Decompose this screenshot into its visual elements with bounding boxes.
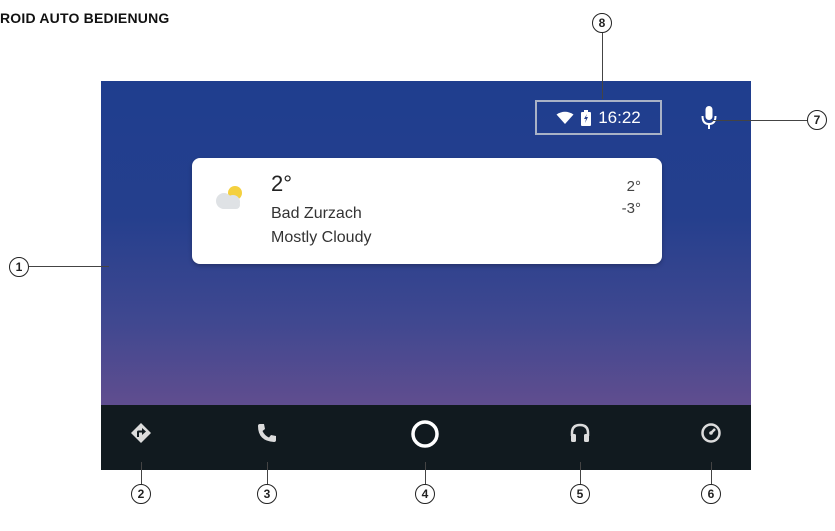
clock: 16:22 xyxy=(598,107,641,127)
headphones-icon[interactable] xyxy=(568,421,592,450)
callout-8: 8 xyxy=(592,13,612,33)
current-temperature: 2° xyxy=(271,171,293,196)
callout-4: 4 xyxy=(415,484,435,504)
navigation-bar xyxy=(101,405,751,470)
callout-line-5 xyxy=(580,462,581,484)
callout-line-2 xyxy=(141,462,142,484)
callout-6: 6 xyxy=(701,484,721,504)
callout-2: 2 xyxy=(131,484,151,504)
weather-card[interactable]: 2° Bad Zurzach Mostly Cloudy 2° -3° xyxy=(192,158,662,264)
high-temperature: 2° xyxy=(626,178,641,195)
phone-icon[interactable] xyxy=(255,421,279,450)
weather-location: Bad Zurzach xyxy=(271,205,362,222)
low-temperature: -3° xyxy=(621,200,641,217)
weather-condition: Mostly Cloudy xyxy=(271,229,372,246)
callout-line-6 xyxy=(711,462,712,484)
callout-line-1 xyxy=(29,266,109,267)
battery-charging-icon xyxy=(581,109,592,126)
callout-5: 5 xyxy=(570,484,590,504)
partly-cloudy-icon xyxy=(210,182,250,217)
callout-line-4 xyxy=(425,462,426,484)
document-title: ROID AUTO BEDIENUNG xyxy=(0,10,170,26)
circle-home-icon[interactable] xyxy=(410,419,440,454)
wifi-icon xyxy=(556,111,574,125)
directions-icon[interactable] xyxy=(129,421,153,450)
callout-line-7 xyxy=(712,120,807,121)
status-bar: 16:22 xyxy=(535,100,662,135)
android-auto-screen: 16:22 2° Bad Zurzach Mostly Cloudy 2° -3… xyxy=(101,81,751,470)
exit-icon[interactable] xyxy=(699,421,723,450)
callout-1: 1 xyxy=(9,257,29,277)
callout-7: 7 xyxy=(807,110,827,130)
callout-3: 3 xyxy=(257,484,277,504)
callout-line-8 xyxy=(602,33,603,99)
callout-line-3 xyxy=(267,462,268,484)
